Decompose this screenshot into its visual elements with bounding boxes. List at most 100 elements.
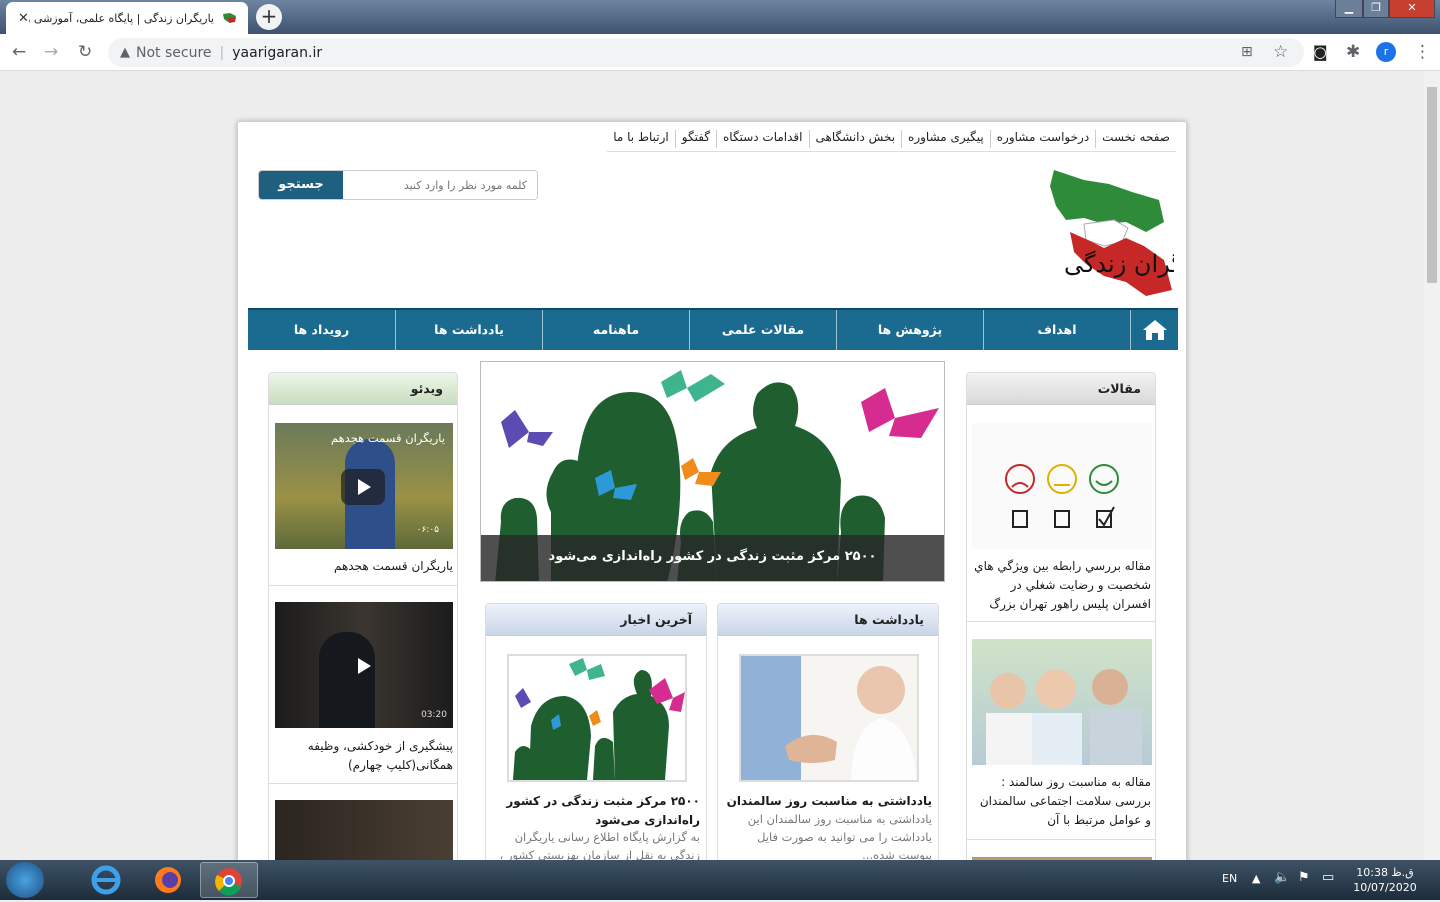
url-separator: | <box>219 44 225 61</box>
featured-slider[interactable]: ۲۵۰۰ مرکز مثبت زندگی در کشور راه‌اندازی … <box>480 361 945 582</box>
top-nav-chat[interactable]: گفتگو <box>674 130 716 148</box>
back-icon[interactable]: ← <box>12 43 26 61</box>
extension-icon[interactable]: ◙ <box>1313 43 1328 61</box>
smiley-survey-icon <box>1005 464 1119 528</box>
close-window-button[interactable]: ✕ <box>1389 0 1435 18</box>
nav-articles[interactable]: مقالات علمی <box>689 310 836 350</box>
start-button[interactable] <box>6 862 44 898</box>
reload-icon[interactable]: ↻ <box>78 43 92 61</box>
latest-news-box: آخرین اخبار ۲۵۰۰ مرکز مثبت زندگی در کشور… <box>485 603 707 860</box>
news-item-text: به گزارش پایگاه اطلاع رسانی یاریگران زند… <box>499 830 700 860</box>
site-logo[interactable]: یاریگران زندگی <box>1014 162 1217 302</box>
notes-item-title[interactable]: یادداشتی به مناسبت روز سالمندان <box>726 792 932 811</box>
tab-close-icon[interactable]: ✕ <box>18 11 29 26</box>
internet-explorer-icon[interactable] <box>78 862 136 898</box>
page-viewport: صفحه نخست درخواست مشاوره پیگیری مشاوره ب… <box>0 71 1424 860</box>
nav-research[interactable]: پژوهش ها <box>836 310 983 350</box>
main-nav: اهداف پژوهش ها مقالات علمی ماهنامه یاددا… <box>248 308 1178 350</box>
slider-caption[interactable]: ۲۵۰۰ مرکز مثبت زندگی در کشور راه‌اندازی … <box>481 535 944 581</box>
news-image[interactable] <box>507 654 687 782</box>
extensions-puzzle-icon[interactable]: ✱ <box>1346 43 1360 61</box>
logo-text: یاریگران زندگی <box>1064 250 1174 278</box>
news-item-title[interactable]: ۲۵۰۰ مرکز مثبت زندگی در کشور راه‌اندازی … <box>494 792 700 830</box>
top-nav-track-consult[interactable]: پیگیری مشاوره <box>901 130 990 148</box>
nav-monthly[interactable]: ماهنامه <box>542 310 689 350</box>
article-image-2[interactable] <box>972 639 1152 765</box>
article-caption-2[interactable]: مقاله به مناسبت روز سالمند : بررسی سلامت… <box>973 773 1151 830</box>
video-thumbnail-2[interactable]: 03:20 <box>275 602 453 728</box>
browser-title-bar: یاریگران زندگی | پایگاه علمی، آموزشی و ا… <box>0 0 1440 34</box>
top-nav-actions[interactable]: اقدامات دستگاه <box>716 130 809 148</box>
video-box: ویدئو یاریگران قسمت هجدهم ۰۶:۰۵ یاریگران… <box>268 372 458 860</box>
page-scrollbar[interactable] <box>1424 71 1440 860</box>
video-thumbnail-1[interactable]: یاریگران قسمت هجدهم ۰۶:۰۵ <box>275 423 453 549</box>
tray-expand-icon[interactable]: ▲ <box>1252 872 1260 885</box>
video-caption-1[interactable]: یاریگران قسمت هجدهم <box>275 557 453 576</box>
translate-icon[interactable]: ⊞ <box>1241 43 1253 61</box>
play-icon[interactable] <box>341 648 385 684</box>
tab-title: یاریگران زندگی | پایگاه علمی، آموزشی و ا… <box>28 11 214 25</box>
notes-image[interactable] <box>739 654 919 782</box>
elderly-men-photo-icon <box>986 669 1142 765</box>
video-title: ویدئو <box>269 373 457 405</box>
clock[interactable]: 10:38 ق.ظ 10/07/2020 <box>1350 865 1420 895</box>
top-nav-request-consult[interactable]: درخواست مشاوره <box>989 130 1095 148</box>
top-nav-contact[interactable]: ارتباط با ما <box>607 130 675 148</box>
flag-icon[interactable]: ⚑ <box>1298 870 1310 885</box>
articles-box: مقالات مقاله بررسي رابطه بين ويژگي هاي ش… <box>966 372 1156 860</box>
top-nav-home[interactable]: صفحه نخست <box>1095 130 1176 148</box>
menu-kebab-icon[interactable]: ⋮ <box>1414 43 1431 61</box>
search-input[interactable] <box>343 171 537 199</box>
forward-icon[interactable]: → <box>44 43 58 61</box>
notes-item-text: یادداشتی به مناسبت روز سالمندان این یادد… <box>747 812 932 860</box>
top-nav-university[interactable]: بخش دانشگاهی <box>808 130 902 148</box>
divider <box>967 621 1155 622</box>
top-nav: صفحه نخست درخواست مشاوره پیگیری مشاوره ب… <box>607 130 1176 152</box>
video-overlay-title: یاریگران قسمت هجدهم <box>330 431 445 445</box>
site-container: صفحه نخست درخواست مشاوره پیگیری مشاوره ب… <box>237 121 1217 860</box>
scrollbar-thumb[interactable] <box>1427 87 1437 283</box>
play-icon[interactable] <box>341 469 385 505</box>
notes-title: یادداشت ها <box>718 604 938 636</box>
language-indicator[interactable]: EN <box>1222 872 1237 885</box>
family-silhouette-icon <box>513 658 685 780</box>
warning-icon[interactable]: ▲ <box>120 45 130 60</box>
nav-events[interactable]: رویداد ها <box>248 310 395 350</box>
notes-box: یادداشت ها یادداشتی به مناسبت روز سالمند… <box>717 603 939 860</box>
bookmark-star-icon[interactable]: ☆ <box>1273 43 1288 61</box>
url-text[interactable]: yaarigaran.ir <box>232 45 322 61</box>
security-label[interactable]: Not secure <box>136 45 212 61</box>
browser-toolbar: ← → ↻ ▲ Not secure | yaarigaran.ir ⊞ ☆ ◙… <box>0 34 1440 71</box>
article-image-1[interactable] <box>972 423 1152 549</box>
new-tab-button[interactable]: + <box>256 4 282 30</box>
latest-news-title: آخرین اخبار <box>486 604 706 636</box>
volume-icon[interactable]: 🔈 <box>1274 870 1290 885</box>
home-icon[interactable] <box>1130 310 1178 350</box>
address-bar[interactable]: ▲ Not secure | yaarigaran.ir <box>108 38 1304 67</box>
divider <box>967 839 1155 840</box>
nav-goals[interactable]: اهداف <box>983 310 1130 350</box>
articles-title: مقالات <box>967 373 1155 405</box>
firefox-icon[interactable] <box>140 862 198 898</box>
video-duration-1: ۰۶:۰۵ <box>416 525 439 535</box>
os-taskbar: EN ▲ 🔈 ⚑ ▭ 10:38 ق.ظ 10/07/2020 <box>0 860 1440 900</box>
divider <box>269 783 457 784</box>
article-caption-1[interactable]: مقاله بررسي رابطه بين ويژگي هاي شخصيت و … <box>973 557 1151 614</box>
iran-map-logo-icon: یاریگران زندگی <box>1050 170 1217 296</box>
site-favicon-icon <box>223 13 236 23</box>
search-box: جستجو <box>258 170 538 200</box>
maximize-button[interactable]: ❐ <box>1363 0 1389 18</box>
caregiver-photo-icon <box>741 656 917 780</box>
video-thumbnail-3[interactable] <box>275 800 453 860</box>
chrome-taskbar-icon[interactable] <box>200 862 258 898</box>
profile-avatar[interactable]: r <box>1376 42 1396 62</box>
clock-date: 10/07/2020 <box>1353 881 1417 894</box>
video-caption-2[interactable]: پیشگیری از خودکشی، وظیفه همگانی(کلیپ چها… <box>275 737 453 775</box>
browser-tab[interactable]: یاریگران زندگی | پایگاه علمی، آموزشی و ا… <box>6 2 248 34</box>
clock-time: 10:38 ق.ظ <box>1356 866 1414 879</box>
minimize-button[interactable]: ▁ <box>1335 0 1363 18</box>
video-duration-2: 03:20 <box>421 710 447 720</box>
network-icon[interactable]: ▭ <box>1322 870 1334 885</box>
search-button[interactable]: جستجو <box>259 171 343 199</box>
nav-notes[interactable]: یادداشت ها <box>395 310 542 350</box>
